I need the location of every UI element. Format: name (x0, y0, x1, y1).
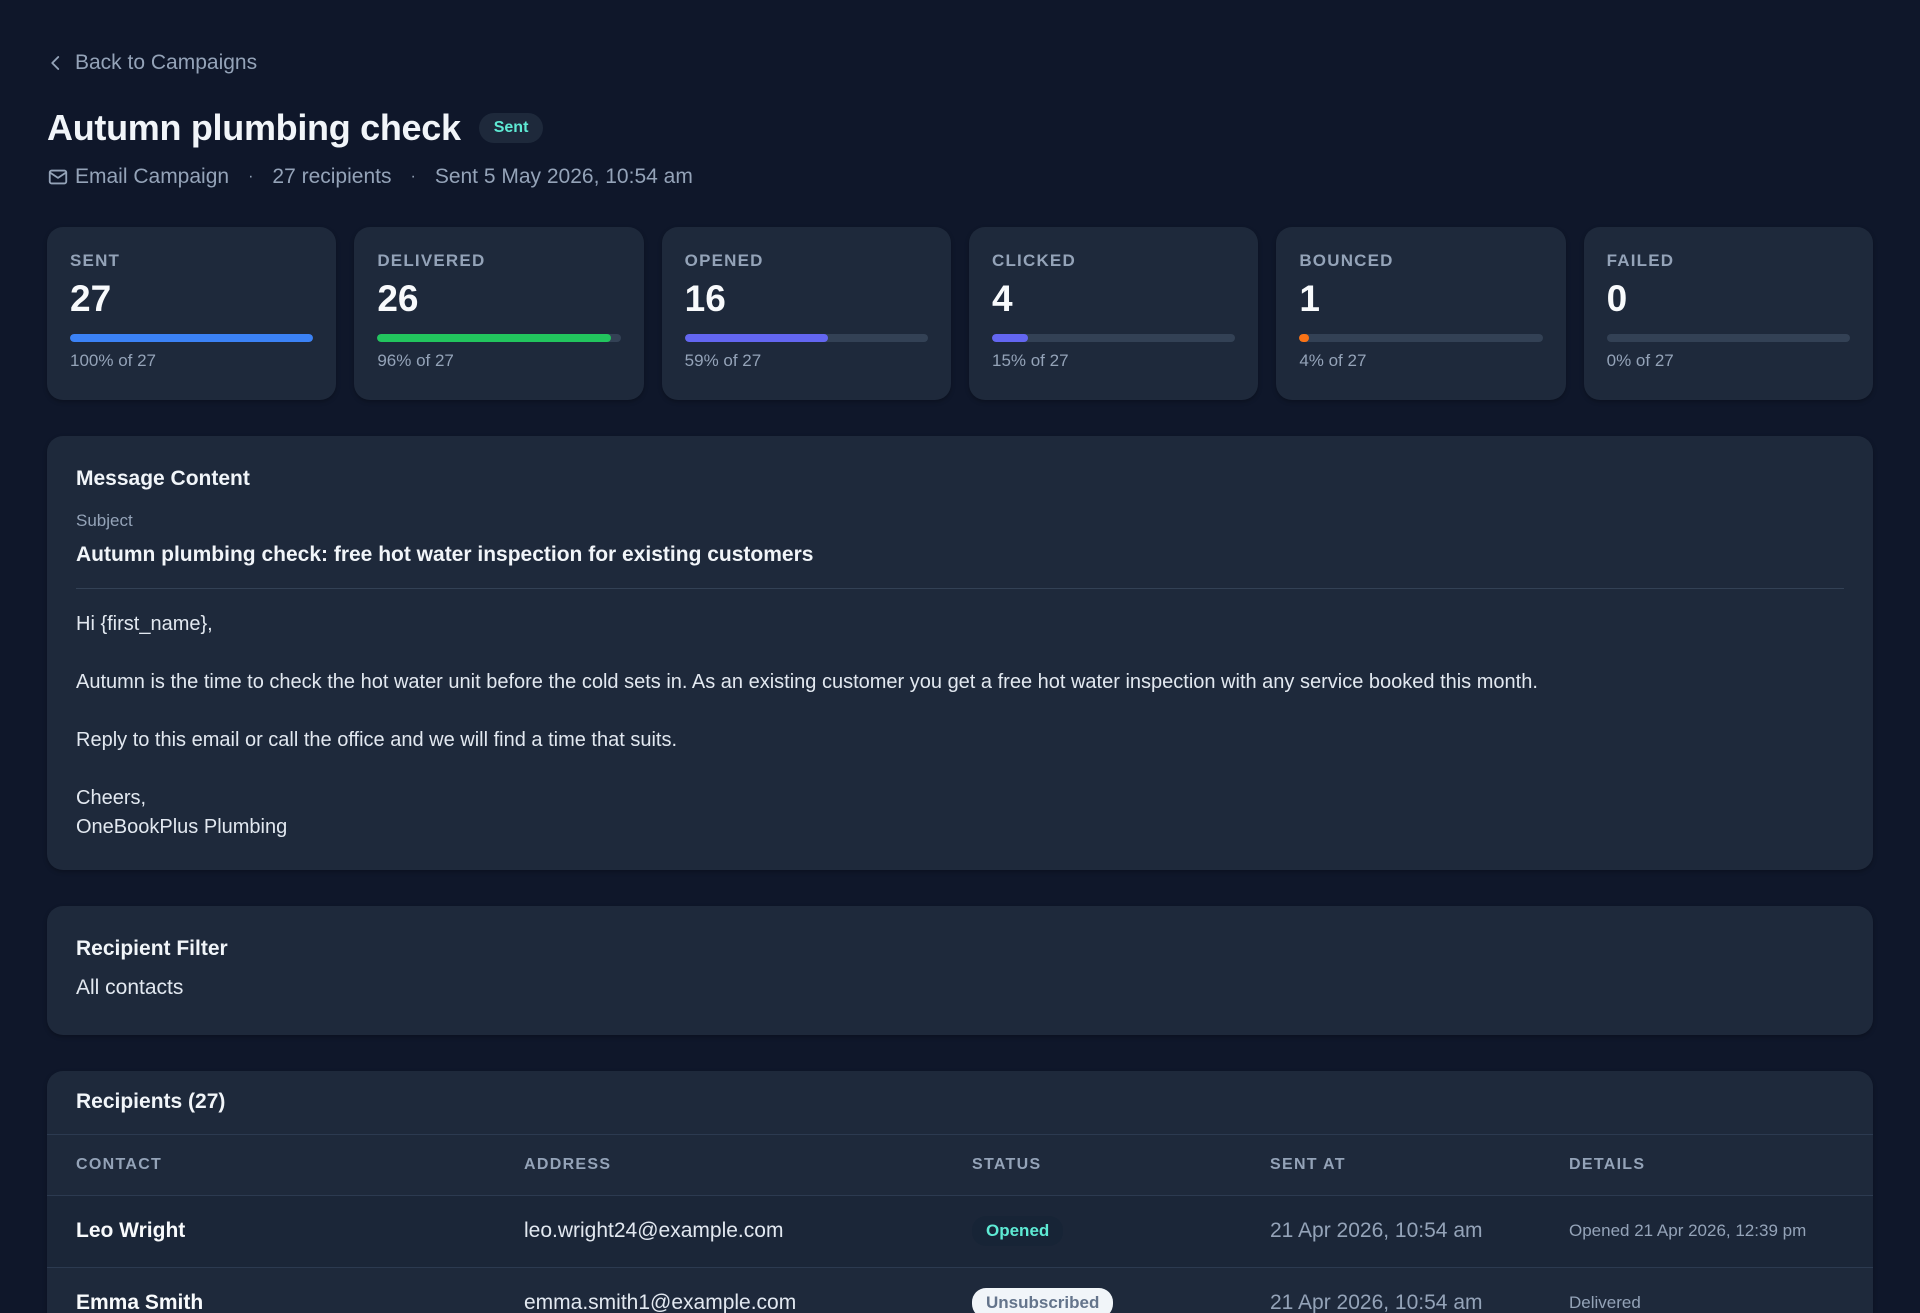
message-paragraph: Reply to this email or call the office a… (76, 729, 678, 751)
sent-at: 21 Apr 2026, 10:54 am (1241, 1195, 1540, 1268)
column-header-status: STATUS (943, 1135, 1241, 1196)
stat-value: 26 (377, 278, 419, 319)
meta-separator: · (248, 168, 254, 185)
stat-value: 27 (70, 278, 112, 319)
stat-progress-bar (377, 333, 621, 342)
message-body: Hi {first_name}, Autumn is the time to c… (76, 610, 1844, 842)
stat-card-delivered: DELIVERED 26 96% of 27 (354, 227, 644, 400)
stat-card-bounced: BOUNCED 1 4% of 27 (1276, 227, 1566, 400)
table-header-row: CONTACT ADDRESS STATUS SENT AT DETAILS (47, 1135, 1873, 1196)
contact-address: emma.smith1@example.com (495, 1267, 943, 1313)
campaign-detail-page: Back to Campaigns Autumn plumbing check … (0, 0, 1920, 1313)
back-to-campaigns-link[interactable]: Back to Campaigns (47, 50, 257, 76)
stat-progress-bar (1299, 333, 1543, 342)
stat-label: BOUNCED (1299, 251, 1394, 270)
stat-progress-bar (684, 333, 928, 342)
stat-card-failed: FAILED 0 0% of 27 (1583, 227, 1873, 400)
stat-value: 4 (991, 278, 1013, 319)
recipients-panel: Recipients (27) CONTACT ADDRESS STATUS S… (47, 1071, 1873, 1313)
recipients-title: Recipients (27) (76, 1090, 226, 1113)
status-cell: Unsubscribed (943, 1267, 1241, 1313)
stat-progress-fill (1299, 333, 1310, 342)
signature-line: OneBookPlus Plumbing (76, 816, 288, 838)
stat-card-sent: SENT 27 100% of 27 (47, 227, 337, 400)
message-content-title: Message Content (76, 467, 250, 490)
contact-name: Leo Wright (47, 1195, 495, 1268)
stats-row: SENT 27 100% of 27 DELIVERED 26 96% of 2… (47, 227, 1873, 400)
recipients-header: Recipients (27) (47, 1071, 1873, 1135)
stat-progress-bar (991, 333, 1236, 342)
message-greeting: Hi {first_name}, (76, 613, 213, 635)
column-header-details: DETAILS (1540, 1135, 1873, 1196)
stat-card-clicked: CLICKED 4 15% of 27 (968, 227, 1259, 400)
title-row: Autumn plumbing check Sent (47, 107, 1873, 149)
recipient-filter-panel: Recipient Filter All contacts (47, 906, 1873, 1035)
status-badge: Opened (972, 1216, 1064, 1246)
stat-percentage: 100% of 27 (70, 350, 157, 370)
stat-progress-fill (991, 333, 1029, 342)
stat-percentage: 0% of 27 (1606, 350, 1674, 370)
stat-progress-fill (377, 333, 611, 342)
stat-progress-bar (70, 333, 314, 342)
recipient-filter-title: Recipient Filter (76, 937, 228, 960)
stat-progress-bar (1606, 333, 1850, 342)
chevron-left-icon (51, 56, 60, 70)
stat-value: 0 (1606, 278, 1628, 319)
status-cell: Opened (943, 1195, 1241, 1268)
column-header-contact: CONTACT (47, 1135, 495, 1196)
recipient-count: 27 recipients (272, 165, 392, 188)
stat-progress-fill (70, 333, 314, 342)
stat-percentage: 59% of 27 (684, 350, 762, 370)
page-title: Autumn plumbing check (47, 107, 461, 148)
campaign-type: Email Campaign (75, 165, 230, 188)
message-content-panel: Message Content Subject Autumn plumbing … (47, 436, 1873, 870)
signoff-line: Cheers, (76, 787, 147, 809)
status-badge: Unsubscribed (972, 1288, 1114, 1313)
stat-card-opened: OPENED 16 59% of 27 (661, 227, 951, 400)
meta-separator: · (410, 168, 416, 185)
contact-name: Emma Smith (47, 1267, 495, 1313)
table-row[interactable]: Leo Wright leo.wright24@example.com Open… (47, 1195, 1873, 1268)
back-link-label: Back to Campaigns (75, 51, 258, 74)
message-paragraph: Autumn is the time to check the hot wate… (76, 671, 1538, 693)
stat-percentage: 4% of 27 (1299, 350, 1367, 370)
stat-label: OPENED (684, 251, 764, 270)
sent-at: 21 Apr 2026, 10:54 am (1241, 1267, 1540, 1313)
stat-label: CLICKED (991, 251, 1076, 270)
table-row[interactable]: Emma Smith emma.smith1@example.com Unsub… (47, 1267, 1873, 1313)
status-badge: Sent (478, 113, 544, 143)
column-header-sent-at: SENT AT (1241, 1135, 1540, 1196)
stat-progress-fill (684, 333, 829, 342)
sent-date: Sent 5 May 2026, 10:54 am (434, 165, 693, 188)
stat-percentage: 15% of 27 (991, 350, 1069, 370)
mail-icon (47, 166, 69, 188)
subject-line: Autumn plumbing check: free hot water in… (76, 543, 814, 566)
campaign-meta: Email Campaign · 27 recipients · Sent 5 … (47, 165, 1873, 189)
details: Opened 21 Apr 2026, 12:39 pm (1540, 1195, 1873, 1268)
recipient-filter-value: All contacts (76, 976, 184, 999)
stat-percentage: 96% of 27 (377, 350, 454, 370)
stat-value: 16 (684, 278, 726, 319)
divider (76, 588, 1844, 589)
stat-value: 1 (1299, 278, 1320, 319)
stat-label: DELIVERED (377, 251, 486, 270)
column-header-address: ADDRESS (495, 1135, 943, 1196)
stat-label: FAILED (1606, 251, 1675, 270)
stat-label: SENT (70, 251, 121, 270)
subject-label: Subject (76, 511, 133, 530)
message-signoff: Cheers, OneBookPlus Plumbing (76, 784, 1844, 842)
contact-address: leo.wright24@example.com (495, 1195, 943, 1268)
details: Delivered (1540, 1267, 1873, 1313)
recipients-table: CONTACT ADDRESS STATUS SENT AT DETAILS L… (47, 1135, 1873, 1313)
